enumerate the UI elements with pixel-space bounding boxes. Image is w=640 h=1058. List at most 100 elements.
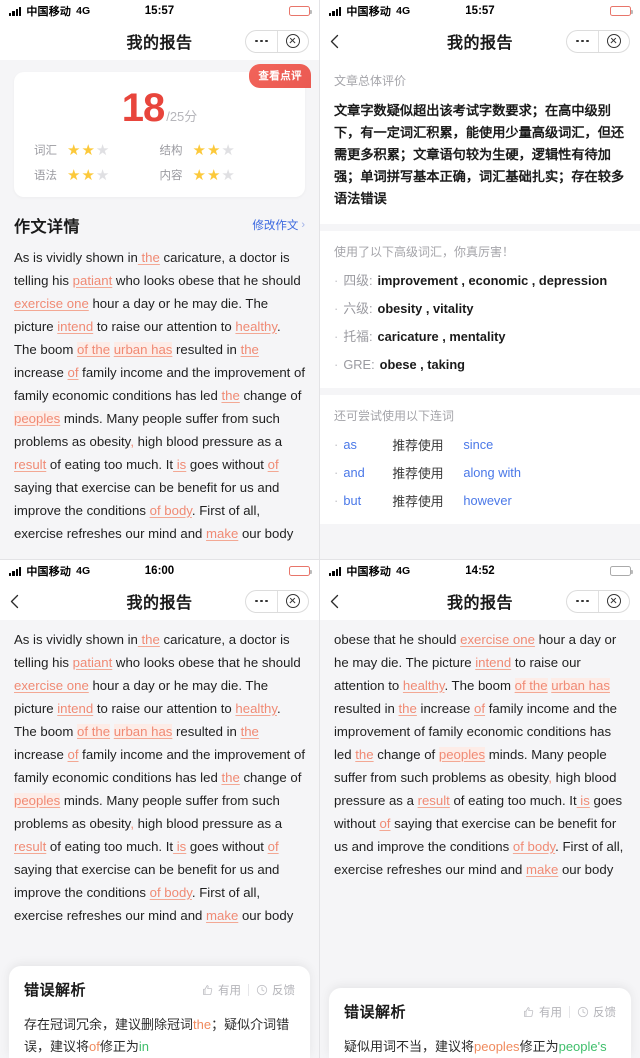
more-button[interactable] — [246, 591, 277, 612]
error-word[interactable]: patiant — [73, 273, 113, 288]
nav-actions — [245, 29, 309, 53]
error-word[interactable]: the — [399, 701, 417, 716]
error-word-highlighted[interactable]: peoples — [14, 411, 61, 426]
back-button[interactable] — [330, 594, 354, 609]
star-icon: ★ — [206, 166, 221, 184]
useful-button[interactable]: 有用 — [202, 982, 241, 998]
analysis-plain-text: 存在冠词冗余，建议删除冠词 — [24, 1017, 194, 1032]
error-word[interactable]: patiant — [73, 655, 113, 670]
error-word[interactable]: make — [206, 908, 238, 923]
error-word-highlighted[interactable]: peoples — [14, 793, 61, 808]
error-word[interactable]: of — [379, 816, 390, 831]
error-word[interactable]: of — [474, 701, 485, 716]
conjunction-item: · as 推荐使用 since — [334, 435, 626, 454]
error-word[interactable]: of — [268, 839, 279, 854]
more-dots-icon — [576, 599, 589, 603]
error-word[interactable]: of — [68, 365, 79, 380]
error-word[interactable]: result — [14, 457, 46, 472]
error-word[interactable]: of body — [150, 503, 192, 518]
star-icon: ★ — [95, 141, 110, 159]
error-word-highlighted[interactable]: urban has — [113, 724, 173, 739]
error-word[interactable]: result — [14, 839, 46, 854]
close-button[interactable] — [598, 30, 629, 52]
error-word[interactable]: is — [173, 839, 187, 854]
essay-plain-text: As is vividly shown in — [14, 250, 138, 265]
conjunction-suggestion[interactable]: since — [463, 437, 493, 452]
error-word[interactable]: of body — [513, 839, 555, 854]
close-button[interactable] — [598, 590, 629, 612]
error-word[interactable]: result — [418, 793, 450, 808]
close-button[interactable] — [277, 590, 308, 612]
view-comment-badge[interactable]: 查看点评 — [249, 64, 311, 88]
error-word[interactable]: is — [173, 457, 187, 472]
error-word[interactable]: healthy — [403, 678, 445, 693]
back-button[interactable] — [10, 594, 34, 609]
feedback-button[interactable]: 反馈 — [577, 1004, 616, 1020]
back-button[interactable] — [330, 34, 354, 49]
ratings-grid: 词汇 ★ ★ ★ 结构 ★ ★ ★ 语法 ★ ★ ★ 内容 ★ ★ ★ — [14, 142, 305, 183]
chevron-left-icon — [330, 34, 339, 48]
error-word[interactable]: the — [221, 388, 239, 403]
error-word-highlighted[interactable]: of the — [77, 342, 111, 357]
bullet-icon: · — [334, 465, 339, 480]
error-word[interactable]: intend — [57, 701, 93, 716]
error-word[interactable]: the — [241, 342, 259, 357]
error-word[interactable]: intend — [475, 655, 511, 670]
chevron-right-icon: › — [301, 219, 305, 231]
feedback-button[interactable]: 反馈 — [256, 982, 295, 998]
error-word[interactable]: exercise one — [14, 296, 89, 311]
error-word-highlighted[interactable]: of the — [514, 678, 548, 693]
modify-essay-link[interactable]: 修改作文 › — [252, 217, 305, 233]
error-word[interactable]: exercise one — [460, 632, 535, 647]
more-button[interactable] — [246, 31, 277, 52]
error-word[interactable]: make — [526, 862, 558, 877]
essay-text[interactable]: As is vividly shown in the caricature, a… — [0, 246, 319, 545]
carrier-label: 中国移动 — [26, 6, 72, 18]
vocabulary-list: · 四级: improvement , economic , depression ·… — [334, 271, 626, 374]
status-bar: 中国移动 4G 16:00 — [0, 560, 319, 582]
conjunction-original[interactable]: as — [343, 437, 387, 452]
essay-plain-text: change of — [239, 770, 302, 785]
essay-text[interactable]: As is vividly shown in the caricature, a… — [0, 620, 319, 927]
conjunction-original[interactable]: but — [343, 493, 387, 508]
useful-button[interactable]: 有用 — [523, 1004, 562, 1020]
error-word[interactable]: of — [268, 457, 279, 472]
star-icon: ★ — [192, 166, 206, 184]
error-word[interactable]: the — [355, 747, 373, 762]
rating-1: 结构 ★ ★ ★ — [160, 142, 286, 158]
error-word-highlighted[interactable]: urban has — [551, 678, 610, 693]
status-left: 中国移动 4G — [9, 563, 90, 579]
error-word[interactable]: healthy — [235, 701, 277, 716]
error-word[interactable]: make — [206, 526, 238, 541]
error-token: the — [193, 1017, 212, 1032]
more-button[interactable] — [567, 591, 598, 612]
error-word[interactable]: the — [138, 632, 160, 647]
error-word[interactable]: intend — [57, 319, 93, 334]
more-button[interactable] — [567, 31, 598, 52]
error-word[interactable]: the — [221, 770, 239, 785]
conjunction-suggestion[interactable]: however — [463, 493, 511, 508]
close-button[interactable] — [277, 30, 308, 52]
signal-icon — [9, 566, 22, 576]
action-divider — [248, 983, 249, 996]
overall-evaluation-section: 文章总体评价 文章字数疑似超出该考试字数要求；在高中级别下，有一定词汇积累，能使… — [320, 60, 640, 224]
conjunction-original[interactable]: and — [343, 465, 387, 480]
error-word[interactable]: of body — [150, 885, 192, 900]
status-right — [610, 565, 633, 577]
error-word-highlighted[interactable]: peoples — [438, 747, 486, 762]
error-word[interactable]: exercise one — [14, 678, 89, 693]
error-word[interactable]: of — [68, 747, 79, 762]
conjunction-suggestion[interactable]: along with — [463, 465, 521, 480]
error-word[interactable]: is — [577, 793, 590, 808]
error-word-highlighted[interactable]: urban has — [113, 342, 173, 357]
error-word[interactable]: the — [138, 250, 160, 265]
error-word[interactable]: the — [241, 724, 259, 739]
error-word-highlighted[interactable]: of the — [77, 724, 111, 739]
error-word[interactable]: healthy — [235, 319, 277, 334]
status-right — [610, 5, 633, 17]
bullet-icon: · — [334, 437, 339, 452]
essay-text[interactable]: obese that he should exercise one hour a… — [320, 620, 640, 881]
error-analysis-header: 错误解析 有用 反馈 — [24, 979, 295, 1000]
rating-stars: ★ ★ ★ — [67, 168, 109, 183]
battery-icon — [289, 565, 312, 577]
